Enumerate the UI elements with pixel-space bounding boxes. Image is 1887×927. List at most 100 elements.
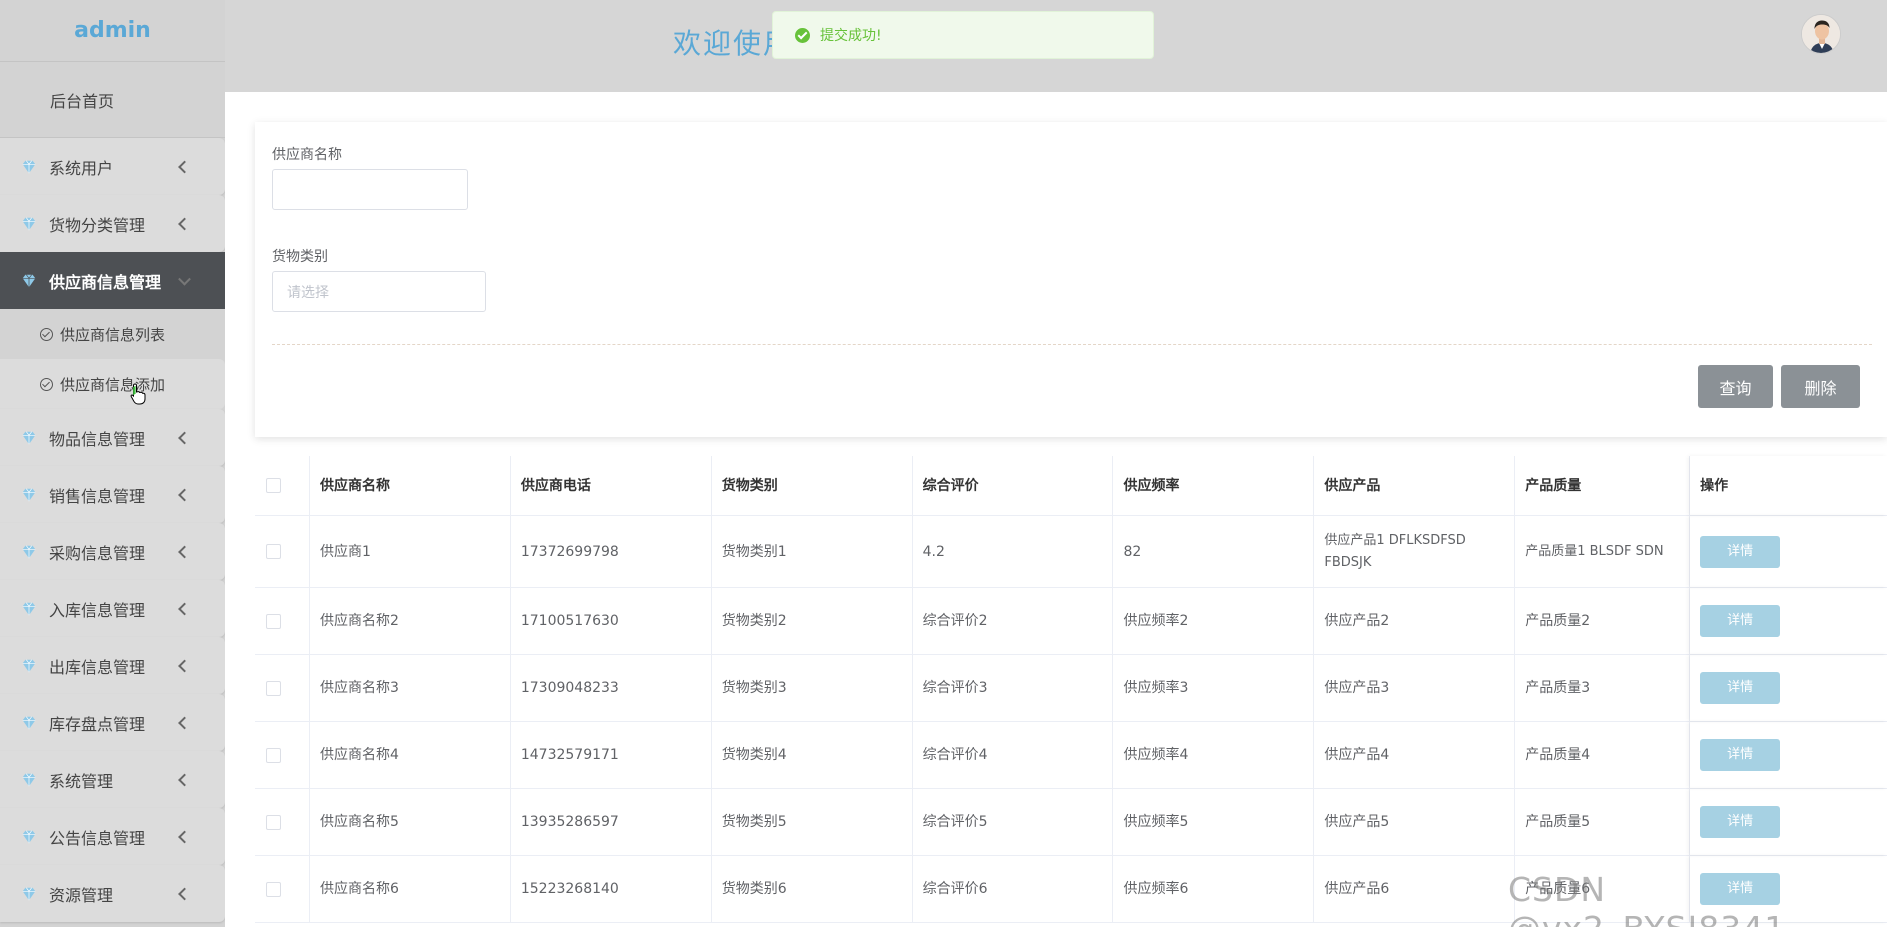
sidebar-subitem-supplier-add[interactable]: 供应商信息添加 [0,359,225,409]
sidebar-item-inbound-info[interactable]: 入库信息管理 [0,580,225,637]
table-cell: 供应产品4 [1314,722,1516,788]
table-cell: 供应频率4 [1113,722,1315,788]
detail-button[interactable]: 详情 [1700,672,1781,704]
chevron-left-icon [178,488,191,501]
table-cell: 货物类别4 [712,722,913,788]
select-all-cell [255,456,310,515]
table-cell: 供应产品5 [1314,789,1516,855]
chevron-left-icon [178,160,191,173]
table-cell: 供应商名称5 [310,789,511,855]
supplier-name-input[interactable] [272,169,468,210]
table-cell: 货物类别5 [712,789,913,855]
row-checkbox[interactable] [266,881,281,897]
table-cell: 供应频率3 [1113,655,1315,721]
hand-cursor-icon [130,383,146,405]
check-circle-icon [40,377,53,391]
sidebar-item-supplier-info[interactable]: 供应商信息管理 [0,252,225,309]
detail-button[interactable]: 详情 [1700,605,1781,637]
sidebar-item-purchase-info[interactable]: 采购信息管理 [0,523,225,580]
brand-logo: admin [0,0,225,62]
table-row: 供应商名称5 13935286597 货物类别5 综合评价5 供应频率5 供应产… [255,789,1887,856]
diamond-icon [22,715,36,729]
column-header[interactable]: 供应频率 [1113,456,1315,515]
success-toast: 提交成功! [772,11,1154,59]
detail-button[interactable]: 详情 [1700,739,1781,771]
sidebar-item-outbound-info[interactable]: 出库信息管理 [0,637,225,694]
diamond-icon [22,544,36,558]
sidebar-item-system-management[interactable]: 系统管理 [0,751,225,808]
sidebar-item-label: 公告信息管理 [49,828,146,848]
table-cell: 产品质量5 [1515,789,1691,855]
select-all-checkbox[interactable] [266,478,281,493]
table-row: 供应商名称3 17309048233 货物类别3 综合评价3 供应频率3 供应产… [255,655,1887,722]
column-header[interactable]: 产品质量 [1515,456,1691,515]
sidebar-item-label: 出库信息管理 [49,657,146,677]
check-circle-icon [795,27,810,43]
row-checkbox[interactable] [266,680,281,696]
diamond-icon [22,601,36,615]
query-button[interactable]: 查询 [1698,365,1773,408]
table-row: 供应商1 17372699798 货物类别1 4.2 82 供应产品1 DFLK… [255,516,1887,588]
chevron-left-icon [178,887,191,900]
table-cell: 供应商名称2 [310,588,511,654]
sidebar-item-item-info[interactable]: 物品信息管理 [0,409,225,466]
diamond-icon [22,159,36,173]
category-select[interactable]: 请选择 [272,271,486,312]
sidebar-item-stocktake[interactable]: 库存盘点管理 [0,694,225,751]
table-cell: 产品质量4 [1515,722,1691,788]
column-header[interactable]: 货物类别 [712,456,913,515]
table-cell: 产品质量2 [1515,588,1691,654]
table-header-row: 供应商名称 供应商电话 货物类别 综合评价 供应频率 供应产品 产品质量 操作 [255,456,1887,516]
sidebar-item-goods-category[interactable]: 货物分类管理 [0,195,225,252]
row-checkbox[interactable] [266,544,281,559]
sidebar-item-home[interactable]: 后台首页 [0,62,225,138]
sidebar-item-system-users[interactable]: 系统用户 [0,138,225,195]
avatar[interactable] [1801,14,1841,54]
row-checkbox[interactable] [266,747,281,763]
column-header[interactable]: 供应商电话 [511,456,712,515]
search-form: 供应商名称 货物类别 请选择 查询 删除 [255,122,1887,437]
sidebar-item-sales-info[interactable]: 销售信息管理 [0,466,225,523]
sidebar-item-resources[interactable]: 资源管理 [0,865,225,922]
table-row: 供应商名称2 17100517630 货物类别2 综合评价2 供应频率2 供应产… [255,588,1887,655]
table-cell: 供应频率6 [1113,856,1315,922]
detail-button[interactable]: 详情 [1700,806,1781,838]
watermark: CSDN @vx2_BYSJ8341 [1508,870,1785,927]
delete-button[interactable]: 删除 [1781,365,1860,408]
table-cell: 4.2 [913,516,1114,587]
table-cell: 82 [1113,516,1315,587]
sidebar-item-label: 资源管理 [49,885,114,905]
table-cell: 15223268140 [511,856,712,922]
table-cell: 产品质量1 BLSDF SDN [1515,516,1691,587]
detail-button[interactable]: 详情 [1700,535,1781,568]
sidebar-subitem-supplier-list[interactable]: 供应商信息列表 [0,309,225,359]
table-cell: 供应产品6 [1314,856,1516,922]
column-header[interactable]: 供应商名称 [310,456,511,515]
user-avatar-icon [1802,15,1840,53]
table-cell: 综合评价6 [913,856,1114,922]
table-cell: 供应商名称4 [310,722,511,788]
column-header[interactable]: 综合评价 [913,456,1114,515]
table-cell: 13935286597 [511,789,712,855]
row-checkbox[interactable] [266,613,281,629]
chevron-left-icon [178,659,191,672]
sidebar-item-announcements[interactable]: 公告信息管理 [0,808,225,865]
table-cell: 供应频率2 [1113,588,1315,654]
table-cell: 综合评价3 [913,655,1114,721]
chevron-left-icon [178,716,191,729]
table-cell: 供应商名称3 [310,655,511,721]
chevron-left-icon [178,602,191,615]
table-cell: 供应频率5 [1113,789,1315,855]
row-checkbox[interactable] [266,814,281,830]
form-divider [272,344,1872,345]
category-label: 货物类别 [272,249,328,265]
sidebar-item-label: 物品信息管理 [49,429,146,449]
column-header[interactable]: 供应产品 [1314,456,1516,515]
sidebar-item-label: 供应商信息管理 [49,272,162,292]
chevron-left-icon [178,773,191,786]
diamond-icon [22,829,36,843]
chevron-left-icon [178,545,191,558]
sidebar-item-label: 系统管理 [49,771,114,791]
table-cell: 供应产品2 [1314,588,1516,654]
sidebar-item-label: 采购信息管理 [49,543,146,563]
